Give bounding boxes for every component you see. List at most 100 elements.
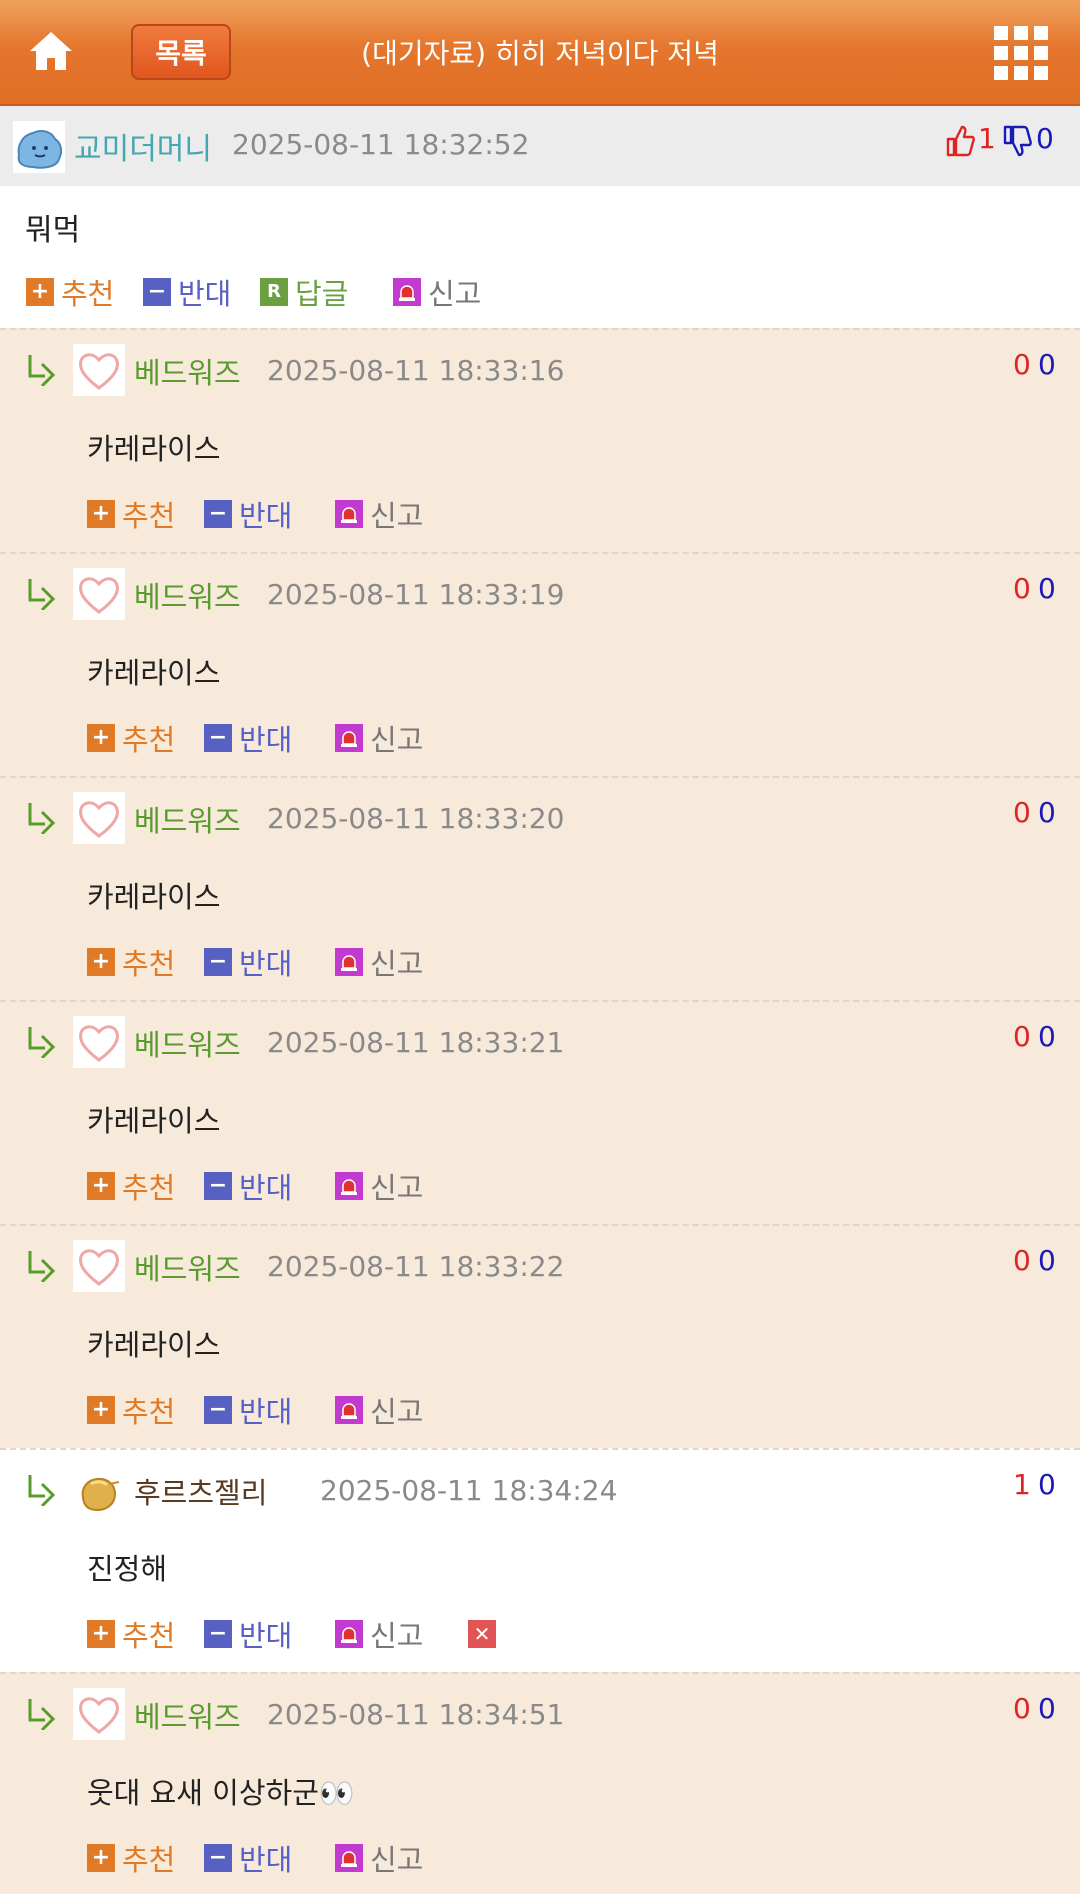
comment-oppose-button[interactable]: − 반대 [204,723,292,757]
comment-downvote-count: 0 [1038,572,1056,605]
commenter-avatar[interactable] [73,792,125,844]
list-button[interactable]: 목록 [131,24,231,80]
post-oppose-button[interactable]: − 반대 [143,277,231,311]
comment-author[interactable]: 베드워즈 [134,1022,241,1064]
reply-arrow-icon [25,800,59,836]
comment-recommend-button[interactable]: + 추천 [87,723,175,757]
comment-recommend-button[interactable]: + 추천 [87,947,175,981]
close-icon: ✕ [468,1620,496,1648]
comment-body: 카레라이스 [87,1328,221,1362]
comment-report-button[interactable]: 신고 [335,723,423,757]
minus-icon: − [143,278,171,306]
comment-author[interactable]: 베드워즈 [134,798,241,840]
comment-oppose-button[interactable]: − 반대 [204,1395,292,1429]
comment-date: 2025-08-11 18:34:51 [267,1698,565,1731]
comment-body: 진정해 [87,1552,168,1586]
post-date: 2025-08-11 18:32:52 [232,128,530,161]
comment-date: 2025-08-11 18:34:24 [320,1474,618,1507]
comment-recommend-button[interactable]: + 추천 [87,1395,175,1429]
siren-icon [335,500,363,528]
plus-icon: + [87,724,115,752]
plus-icon: + [26,278,54,306]
post-recommend-button[interactable]: + 추천 [26,277,114,311]
comment-upvote-count: 0 [1013,1244,1031,1277]
comment-author[interactable]: 베드워즈 [134,1246,241,1288]
comment-report-button[interactable]: 신고 [335,1619,423,1653]
comment-downvote-count: 0 [1038,1020,1056,1053]
plus-icon: + [87,1844,115,1872]
reply-arrow-icon [25,352,59,388]
comment-oppose-button[interactable]: − 반대 [204,1619,292,1653]
comment-downvote-count: 0 [1038,1692,1056,1725]
comment-oppose-button[interactable]: − 반대 [204,1171,292,1205]
commenter-avatar[interactable] [73,1464,125,1516]
minus-icon: − [204,724,232,752]
comment-report-button[interactable]: 신고 [335,499,423,533]
post-reply-button[interactable]: R 답글 [260,277,348,311]
comment-recommend-button[interactable]: + 추천 [87,1171,175,1205]
minus-icon: − [204,1396,232,1424]
comment-item: 베드워즈 2025-08-11 18:33:21 0 0 카레라이스 + 추천 − 반대 신고 [0,1000,1080,1224]
comment-upvote-count: 0 [1013,1692,1031,1725]
comment-downvote-count: 0 [1038,1244,1056,1277]
plus-icon: + [87,1172,115,1200]
comment-oppose-button[interactable]: − 반대 [204,1843,292,1877]
comment-upvote-count: 0 [1013,572,1031,605]
comment-date: 2025-08-11 18:33:20 [267,802,565,835]
thumbs-down-icon[interactable] [1002,124,1032,158]
minus-icon: − [204,948,232,976]
comment-author[interactable]: 베드워즈 [134,1694,241,1736]
comment-recommend-button[interactable]: + 추천 [87,1619,175,1653]
post-report-button[interactable]: 신고 [393,277,481,311]
comment-upvote-count: 0 [1013,348,1031,381]
comment-item: 베드워즈 2025-08-11 18:34:51 0 0 웃대 요새 이상하군👀 + 추천 −… [0,1672,1080,1894]
commenter-avatar[interactable] [73,568,125,620]
post-downvote-count: 0 [1036,122,1054,155]
comment-date: 2025-08-11 18:33:19 [267,578,565,611]
post-author[interactable]: 교미더머니 [74,124,212,168]
comment-upvote-count: 1 [1013,1468,1031,1501]
grid-menu-icon[interactable] [994,26,1048,80]
comment-downvote-count: 0 [1038,1468,1056,1501]
comment-upvote-count: 0 [1013,1020,1031,1053]
minus-icon: − [204,1172,232,1200]
top-bar: 목록 (대기자료) 히히 저녁이다 저녁 [0,0,1080,106]
comment-report-button[interactable]: 신고 [335,947,423,981]
comment-body: 카레라이스 [87,1104,221,1138]
minus-icon: − [204,1844,232,1872]
reply-arrow-icon [25,1472,59,1508]
minus-icon: − [204,1620,232,1648]
comment-date: 2025-08-11 18:33:22 [267,1250,565,1283]
comment-report-button[interactable]: 신고 [335,1843,423,1877]
thumbs-up-icon[interactable] [945,124,975,158]
comment-body: 카레라이스 [87,880,221,914]
reply-arrow-icon [25,576,59,612]
comment-item: 후르츠젤리 2025-08-11 18:34:24 1 0 진정해 + 추천 − 반대 신고 ✕ [0,1448,1080,1672]
commenter-avatar[interactable] [73,1688,125,1740]
delete-comment-button[interactable]: ✕ [468,1619,503,1649]
author-avatar[interactable] [13,121,65,173]
comment-oppose-button[interactable]: − 반대 [204,947,292,981]
siren-icon [335,948,363,976]
comment-recommend-button[interactable]: + 추천 [87,499,175,533]
comment-author[interactable]: 베드워즈 [134,574,241,616]
reply-arrow-icon [25,1696,59,1732]
commenter-avatar[interactable] [73,1016,125,1068]
commenter-avatar[interactable] [73,1240,125,1292]
comment-author[interactable]: 후르츠젤리 [134,1470,267,1512]
siren-icon [335,1172,363,1200]
comment-report-button[interactable]: 신고 [335,1171,423,1205]
comment-author[interactable]: 베드워즈 [134,350,241,392]
comment-recommend-button[interactable]: + 추천 [87,1843,175,1877]
siren-icon [335,1844,363,1872]
plus-icon: + [87,948,115,976]
comment-oppose-button[interactable]: − 반대 [204,499,292,533]
comment-body: 카레라이스 [87,656,221,690]
reply-arrow-icon [25,1024,59,1060]
comment-date: 2025-08-11 18:33:21 [267,1026,565,1059]
comment-downvote-count: 0 [1038,796,1056,829]
home-icon[interactable] [28,28,74,74]
comment-report-button[interactable]: 신고 [335,1395,423,1429]
commenter-avatar[interactable] [73,344,125,396]
comment-body: 카레라이스 [87,432,221,466]
